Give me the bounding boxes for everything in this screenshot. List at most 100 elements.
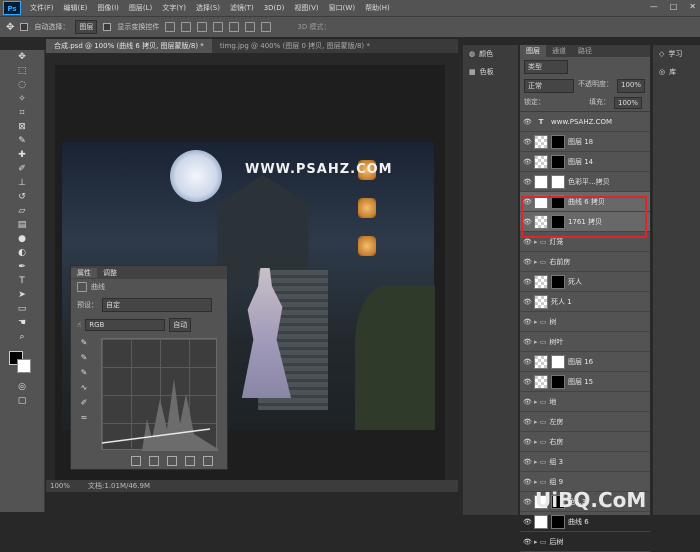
color-swatches[interactable] bbox=[7, 349, 37, 375]
magic-wand-icon[interactable]: ✧ bbox=[15, 93, 29, 105]
layer-row[interactable]: 👁 ▸ ▭ 树叶 bbox=[520, 332, 650, 352]
folder-icon[interactable]: ▸ ▭ bbox=[534, 238, 546, 246]
curve-point-icon[interactable]: ∿ bbox=[78, 383, 90, 395]
move-icon[interactable]: ✥ bbox=[15, 51, 29, 63]
menu-type[interactable]: 文字(Y) bbox=[157, 3, 191, 13]
folder-icon[interactable]: ▸ ▭ bbox=[534, 258, 546, 266]
channel-dropdown[interactable]: RGB bbox=[85, 319, 166, 331]
align-middle-icon[interactable] bbox=[229, 22, 240, 32]
align-left-icon[interactable] bbox=[165, 22, 176, 32]
visibility-eye-icon[interactable]: 👁 bbox=[523, 318, 532, 326]
layer-thumbnail[interactable] bbox=[534, 134, 548, 149]
auto-select-checkbox[interactable] bbox=[20, 23, 29, 31]
path-select-icon[interactable]: ➤ bbox=[15, 289, 29, 301]
layer-row[interactable]: 👁 Twww.PSAHZ.COM bbox=[520, 112, 650, 132]
layer-row[interactable]: 👁 ▸ ▭ 组 3 bbox=[520, 452, 650, 472]
curves-graph[interactable] bbox=[101, 338, 218, 451]
opacity-field[interactable]: 100% bbox=[617, 79, 646, 93]
visibility-eye-icon[interactable]: 👁 bbox=[523, 158, 532, 166]
blur-icon[interactable]: ● bbox=[15, 233, 29, 245]
eraser-icon[interactable]: ▱ bbox=[15, 205, 29, 217]
show-transform-checkbox[interactable] bbox=[103, 23, 112, 31]
tab-paths[interactable]: 路径 bbox=[572, 45, 598, 57]
view-previous-icon[interactable] bbox=[149, 456, 159, 466]
frame-icon[interactable]: ⊠ bbox=[15, 121, 29, 133]
menu-file[interactable]: 文件(F) bbox=[25, 3, 59, 13]
layer-thumbnail[interactable] bbox=[534, 354, 548, 369]
layer-thumbnail[interactable] bbox=[534, 154, 548, 169]
tab-composite[interactable]: 合成.psd @ 100% (曲线 6 拷贝, 图层蒙版/8) * bbox=[46, 39, 212, 53]
visibility-eye-icon[interactable]: 👁 bbox=[523, 518, 532, 526]
folder-icon[interactable]: ▸ ▭ bbox=[534, 458, 546, 466]
menu-edit[interactable]: 编辑(E) bbox=[59, 3, 93, 13]
menu-filter[interactable]: 滤镜(T) bbox=[225, 3, 259, 13]
visibility-eye-icon[interactable]: 👁 bbox=[523, 298, 532, 306]
layer-row[interactable]: 👁 图层 18 bbox=[520, 132, 650, 152]
visibility-eye-icon[interactable]: 👁 bbox=[523, 398, 532, 406]
layer-thumbnail[interactable] bbox=[534, 514, 548, 529]
pencil-icon[interactable]: ✐ bbox=[78, 398, 90, 410]
visibility-eye-icon[interactable]: 👁 bbox=[523, 438, 532, 446]
eyedropper-icon[interactable]: ✎ bbox=[15, 135, 29, 147]
layer-row[interactable]: 👁 死人 bbox=[520, 272, 650, 292]
folder-icon[interactable]: ▸ ▭ bbox=[534, 398, 546, 406]
eyedropper-black-icon[interactable]: ✎ bbox=[78, 338, 90, 350]
visibility-icon[interactable] bbox=[185, 456, 195, 466]
layer-thumbnail[interactable] bbox=[534, 374, 548, 389]
lasso-icon[interactable]: ◌ bbox=[15, 79, 29, 91]
align-bottom-icon[interactable] bbox=[245, 22, 256, 32]
learn-panel-button[interactable]: ◇ 学习 bbox=[653, 45, 700, 63]
layer-thumbnail[interactable] bbox=[534, 174, 548, 189]
folder-icon[interactable]: ▸ ▭ bbox=[534, 338, 546, 346]
layer-row[interactable]: 👁 ▸ ▭ 后树 bbox=[520, 532, 650, 552]
zoom-readout[interactable]: 100% bbox=[50, 482, 70, 490]
visibility-eye-icon[interactable]: 👁 bbox=[523, 538, 532, 546]
gradient-icon[interactable]: ▤ bbox=[15, 219, 29, 231]
layer-row[interactable]: 👁 色彩平...拷贝 bbox=[520, 172, 650, 192]
blend-mode-dropdown[interactable]: 正常 bbox=[524, 79, 574, 93]
layer-row[interactable]: 👁 ▸ ▭ 右房 bbox=[520, 432, 650, 452]
layer-thumbnail[interactable] bbox=[534, 294, 548, 309]
menu-help[interactable]: 帮助(H) bbox=[360, 3, 395, 13]
pen-icon[interactable]: ✒ bbox=[15, 261, 29, 273]
trash-icon[interactable] bbox=[203, 456, 213, 466]
folder-icon[interactable]: ▸ ▭ bbox=[534, 438, 546, 446]
layer-mask-thumbnail[interactable] bbox=[551, 154, 565, 169]
quick-mask-icon[interactable]: ◎ bbox=[15, 381, 29, 393]
minimize-icon[interactable]: — bbox=[650, 2, 658, 11]
tab-channels[interactable]: 通道 bbox=[546, 45, 572, 57]
layer-row[interactable]: 👁 死人 1 bbox=[520, 292, 650, 312]
clip-icon[interactable] bbox=[131, 456, 141, 466]
menu-image[interactable]: 图像(I) bbox=[92, 3, 124, 13]
visibility-eye-icon[interactable]: 👁 bbox=[523, 338, 532, 346]
align-right-icon[interactable] bbox=[197, 22, 208, 32]
visibility-eye-icon[interactable]: 👁 bbox=[523, 118, 532, 126]
crop-icon[interactable]: ⌗ bbox=[15, 107, 29, 119]
healing-brush-icon[interactable]: ✚ bbox=[15, 149, 29, 161]
menu-select[interactable]: 选择(S) bbox=[191, 3, 225, 13]
layer-row[interactable]: 👁 ▸ ▭ 右前房 bbox=[520, 252, 650, 272]
target-adjust-icon[interactable]: ☝ bbox=[77, 321, 81, 329]
layer-mask-thumbnail[interactable] bbox=[551, 274, 565, 289]
hand-icon[interactable]: ☚ bbox=[15, 317, 29, 329]
brush-icon[interactable]: ✐ bbox=[15, 163, 29, 175]
marquee-icon[interactable]: ⬚ bbox=[15, 65, 29, 77]
menu-window[interactable]: 窗口(W) bbox=[324, 3, 360, 13]
align-top-icon[interactable] bbox=[213, 22, 224, 32]
layer-row[interactable]: 👁 曲线 6 bbox=[520, 512, 650, 532]
eyedropper-gray-icon[interactable]: ✎ bbox=[78, 353, 90, 365]
maximize-icon[interactable]: □ bbox=[670, 2, 678, 11]
preset-dropdown[interactable]: 自定 bbox=[102, 298, 212, 312]
folder-icon[interactable]: ▸ ▭ bbox=[534, 478, 546, 486]
visibility-eye-icon[interactable]: 👁 bbox=[523, 458, 532, 466]
layer-mask-thumbnail[interactable] bbox=[551, 174, 565, 189]
auto-button[interactable]: 自动 bbox=[169, 318, 192, 332]
close-icon[interactable]: ✕ bbox=[689, 2, 696, 11]
layer-mask-thumbnail[interactable] bbox=[551, 354, 565, 369]
folder-icon[interactable]: ▸ ▭ bbox=[534, 538, 546, 546]
visibility-eye-icon[interactable]: 👁 bbox=[523, 418, 532, 426]
menu-layer[interactable]: 图层(L) bbox=[124, 3, 157, 13]
visibility-eye-icon[interactable]: 👁 bbox=[523, 378, 532, 386]
color-panel-button[interactable]: ◍ 颜色 bbox=[463, 45, 518, 63]
tab-layers[interactable]: 图层 bbox=[520, 45, 546, 57]
